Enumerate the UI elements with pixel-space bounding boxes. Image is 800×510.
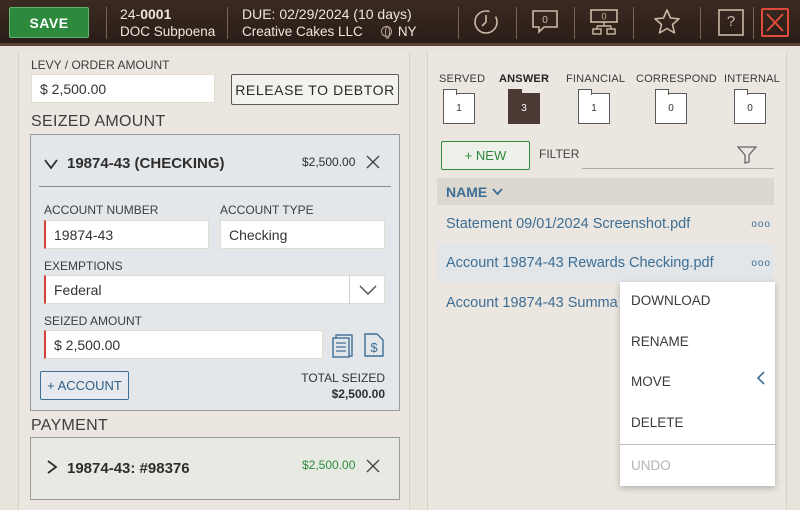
header-divider bbox=[700, 7, 701, 39]
total-seized-label: TOTAL SEIZED bbox=[301, 371, 385, 385]
help-icon[interactable]: ? bbox=[716, 7, 746, 37]
file-name[interactable]: Account 19874-43 Rewards Checking.pdf bbox=[446, 255, 714, 271]
levy-amount-label: LEVY / ORDER AMOUNT bbox=[31, 58, 170, 72]
clipboard-icon[interactable] bbox=[331, 332, 355, 358]
header-divider bbox=[458, 7, 459, 39]
tab-served[interactable]: SERVED bbox=[439, 73, 485, 85]
chevron-right-icon[interactable] bbox=[45, 460, 59, 474]
seized-amount-heading: SEIZED AMOUNT bbox=[31, 113, 166, 130]
exemptions-select[interactable]: Federal bbox=[44, 275, 385, 304]
account-number-label: ACCOUNT NUMBER bbox=[44, 203, 159, 217]
due-date: DUE: 02/29/2024 (10 days) bbox=[242, 6, 412, 22]
account-number-input[interactable]: 19874-43 bbox=[44, 220, 209, 249]
chevron-down-icon[interactable] bbox=[44, 157, 58, 171]
header-divider bbox=[106, 7, 107, 39]
dollar-document-icon[interactable]: $ bbox=[362, 332, 386, 358]
case-number: 0001 bbox=[140, 6, 172, 22]
case-info: 24-0001 DOC Subpoena bbox=[120, 6, 215, 40]
star-icon[interactable] bbox=[652, 7, 682, 37]
header-divider bbox=[633, 7, 634, 39]
levy-amount-input[interactable]: $ 2,500.00 bbox=[31, 74, 215, 103]
comment-icon[interactable]: 0 bbox=[530, 7, 560, 37]
doc-type: DOC Subpoena bbox=[120, 24, 216, 39]
download-menu-item[interactable]: DOWNLOAD bbox=[631, 293, 711, 308]
close-icon[interactable] bbox=[761, 8, 789, 37]
move-menu-item[interactable]: MOVE bbox=[631, 374, 671, 389]
undo-menu-item: UNDO bbox=[631, 458, 671, 473]
account-card-title[interactable]: 19874-43 (CHECKING) bbox=[67, 155, 225, 172]
name-column-label: NAME bbox=[446, 183, 488, 200]
new-document-button[interactable]: + NEW bbox=[441, 141, 530, 170]
sort-down-icon bbox=[492, 187, 503, 195]
internal-folder-icon[interactable]: 0 bbox=[734, 89, 766, 124]
answer-folder-icon[interactable]: 3 bbox=[508, 89, 540, 124]
file-context-menu: DOWNLOAD RENAME MOVE DELETE UNDO bbox=[620, 282, 775, 486]
account-type-label: ACCOUNT TYPE bbox=[220, 203, 314, 217]
correspond-folder-icon[interactable]: 0 bbox=[655, 89, 687, 124]
delete-menu-item[interactable]: DELETE bbox=[631, 415, 684, 430]
file-row[interactable]: Account 19874-43 Rewards Checking.pdf oo… bbox=[437, 244, 774, 282]
header-divider bbox=[516, 7, 517, 39]
financial-folder-icon[interactable]: 1 bbox=[578, 89, 610, 124]
add-account-button[interactable]: + ACCOUNT bbox=[40, 371, 129, 400]
account-type-input[interactable]: Checking bbox=[220, 220, 385, 249]
file-row[interactable]: Statement 09/01/2024 Screenshot.pdf ooo bbox=[437, 205, 774, 243]
tab-internal[interactable]: INTERNAL bbox=[724, 73, 780, 85]
header-divider bbox=[227, 7, 228, 39]
org-chart-icon[interactable]: 0 bbox=[589, 7, 619, 37]
filter-input[interactable] bbox=[582, 168, 774, 169]
svg-text:$: $ bbox=[370, 340, 378, 355]
case-prefix: 24- bbox=[120, 6, 141, 22]
filter-label: FILTER bbox=[539, 147, 580, 161]
payment-card-title[interactable]: 19874-43: #98376 bbox=[67, 460, 190, 477]
chevron-down-icon[interactable] bbox=[349, 275, 385, 304]
rename-menu-item[interactable]: RENAME bbox=[631, 334, 689, 349]
chevron-left-icon[interactable] bbox=[756, 371, 766, 385]
header-divider bbox=[574, 7, 575, 39]
remove-payment-icon[interactable] bbox=[366, 459, 380, 473]
more-options-icon[interactable]: ooo bbox=[751, 219, 771, 230]
more-options-icon[interactable]: ooo bbox=[751, 258, 771, 269]
file-name[interactable]: Account 19874-43 Summa bbox=[446, 295, 618, 311]
tab-financial[interactable]: FINANCIAL bbox=[566, 73, 625, 85]
header-divider bbox=[753, 7, 754, 39]
tab-correspond[interactable]: CORRESPOND bbox=[636, 73, 717, 85]
clock-icon[interactable] bbox=[471, 7, 501, 37]
tab-answer[interactable]: ANSWER bbox=[499, 73, 549, 85]
save-button[interactable]: SAVE bbox=[9, 7, 89, 38]
top-bar: SAVE 24-0001 DOC Subpoena DUE: 02/29/202… bbox=[0, 0, 800, 46]
release-to-debtor-button[interactable]: RELEASE TO DEBTOR bbox=[231, 74, 399, 105]
payment-heading: PAYMENT bbox=[31, 417, 109, 434]
account-card-amount: $2,500.00 bbox=[302, 155, 356, 169]
total-seized-value: $2,500.00 bbox=[331, 387, 385, 401]
seized-amount-label: SEIZED AMOUNT bbox=[44, 314, 143, 328]
card-divider bbox=[39, 186, 391, 187]
help-glyph: ? bbox=[726, 13, 736, 30]
company-name: Creative Cakes LLC bbox=[242, 24, 363, 39]
svg-text:0: 0 bbox=[542, 15, 548, 26]
svg-text:0: 0 bbox=[601, 12, 606, 22]
exemptions-label: EXEMPTIONS bbox=[44, 259, 123, 273]
remove-account-icon[interactable] bbox=[366, 155, 380, 169]
state-code: NY bbox=[397, 24, 417, 39]
name-column-header[interactable]: NAME bbox=[437, 178, 774, 205]
served-folder-icon[interactable]: 1 bbox=[443, 89, 475, 124]
menu-divider bbox=[620, 444, 775, 445]
seized-amount-input[interactable]: $ 2,500.00 bbox=[44, 330, 323, 359]
due-info: DUE: 02/29/2024 (10 days) Creative Cakes… bbox=[242, 6, 417, 40]
file-name[interactable]: Statement 09/01/2024 Screenshot.pdf bbox=[446, 216, 690, 232]
globe-icon bbox=[380, 26, 392, 39]
filter-icon[interactable] bbox=[737, 146, 757, 164]
payment-card-amount: $2,500.00 bbox=[302, 458, 356, 472]
